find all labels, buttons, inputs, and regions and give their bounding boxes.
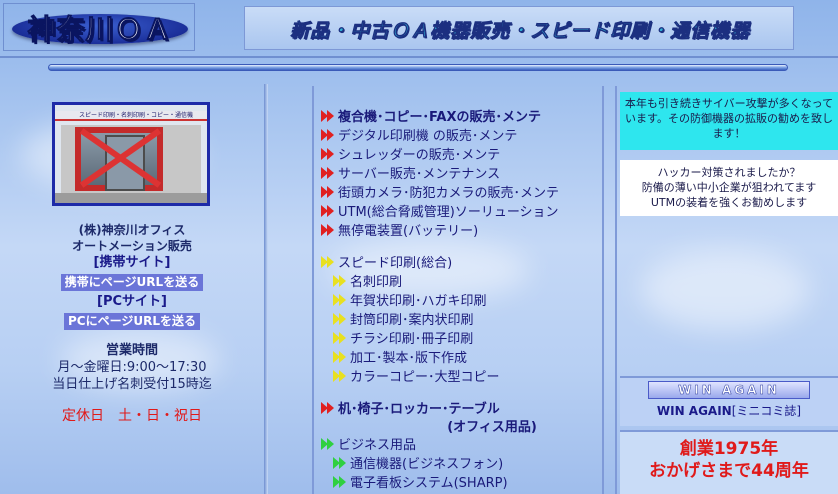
company-info: (株)神奈川オフィス オートメーション販売 [携帯サイト] 携帯にページURLを… xyxy=(0,222,264,425)
service-link-digital-printer[interactable]: デジタル印刷機 の販売･メンテ xyxy=(320,127,604,146)
win-again-logo[interactable]: WIN AGAIN xyxy=(648,381,810,399)
print-link-business-card[interactable]: 名刺印刷 xyxy=(320,273,604,292)
service-link-shredder[interactable]: シュレッダーの販売･メンテ xyxy=(320,146,604,165)
double-arrow-icon xyxy=(320,205,338,217)
storefront-sign: スピード印刷・名刺印刷・コピー・通信機 xyxy=(55,111,207,121)
print-link-postcard[interactable]: 年賀状印刷･ハガキ印刷 xyxy=(320,292,604,311)
furniture-link[interactable]: 机･椅子･ロッカー･テーブル xyxy=(320,400,604,419)
logo-cell[interactable]: 神奈川ＯＡ xyxy=(3,3,195,51)
double-arrow-icon xyxy=(320,438,338,450)
closed-days: 定休日 土・日・祝日 xyxy=(62,408,202,424)
double-arrow-icon xyxy=(332,370,350,382)
hacker-notice-line2: 防備の薄い中小企業が狙われてます xyxy=(641,181,817,194)
business-link-phone[interactable]: 通信機器(ビジネスフォン) xyxy=(320,455,604,474)
double-arrow-icon xyxy=(332,457,350,469)
double-arrow-icon xyxy=(320,110,338,122)
service-link-server[interactable]: サーバー販売･メンテナンス xyxy=(320,165,604,184)
win-again-note: [ミニコミ誌] xyxy=(731,404,802,418)
header-banner: 新品・中古ＯＡ機器販売・スピード印刷・通信機器 xyxy=(244,6,794,50)
services-list: 複合機･コピー･FAXの販売･メンテ デジタル印刷機 の販売･メンテ シュレッダ… xyxy=(320,108,604,493)
double-arrow-icon xyxy=(320,167,338,179)
anniversary-box: 創業1975年 おかげさまで44周年 xyxy=(620,430,838,494)
business-hours-title: 営業時間 xyxy=(105,343,158,358)
founded-year: 創業1975年 xyxy=(679,439,779,459)
business-hours: 月～金曜日:9:00～17:30 xyxy=(57,360,207,375)
company-description: オートメーション販売 xyxy=(72,239,192,253)
send-url-mobile-button[interactable]: 携帯にページURLを送る xyxy=(60,274,204,291)
double-arrow-icon xyxy=(332,476,350,488)
win-again-link[interactable]: WIN AGAIN[ミニコミ誌] xyxy=(620,402,838,419)
service-link-camera[interactable]: 街頭カメラ･防犯カメラの販売･メンテ xyxy=(320,184,604,203)
same-day-card-note: 当日仕上げ名刺受付15時迄 xyxy=(52,377,212,392)
pc-site-heading: [PCサイト] xyxy=(97,294,167,309)
cyber-attack-notice: 本年も引き続きサイバー攻撃が多くなっています。その防御機器の拡販の勧めを致します… xyxy=(620,92,838,150)
double-arrow-icon xyxy=(320,129,338,141)
double-arrow-icon xyxy=(332,351,350,363)
hacker-notice: ハッカー対策されましたか？ 防備の薄い中小企業が狙われてます UTMの装着を強く… xyxy=(620,160,838,216)
double-arrow-icon xyxy=(332,332,350,344)
speed-print-heading-link[interactable]: スピード印刷(総合) xyxy=(320,254,604,273)
hacker-notice-line3: UTMの装着を強くお勧めします xyxy=(650,196,808,209)
company-name: (株)神奈川オフィス xyxy=(78,223,186,237)
double-arrow-icon xyxy=(320,224,338,236)
double-arrow-icon xyxy=(320,186,338,198)
double-arrow-icon xyxy=(320,402,338,414)
print-link-flyer[interactable]: チラシ印刷･冊子印刷 xyxy=(320,330,604,349)
service-link-ups[interactable]: 無停電装置(バッテリー) xyxy=(320,222,604,241)
double-arrow-icon xyxy=(332,313,350,325)
decorative-bar xyxy=(48,64,788,71)
service-link-utm[interactable]: UTM(総合脅威管理)ソーリューション xyxy=(320,203,604,222)
storefront-photo: スピード印刷・名刺印刷・コピー・通信機 xyxy=(52,102,210,206)
furniture-note: (オフィス用品) xyxy=(447,420,537,435)
anniversary-text: おかげさまで44周年 xyxy=(649,461,809,481)
hacker-notice-line1: ハッカー対策されましたか？ xyxy=(657,166,801,179)
service-link-mfp[interactable]: 複合機･コピー･FAXの販売･メンテ xyxy=(320,108,604,127)
site-logo: 神奈川ＯＡ xyxy=(27,13,173,47)
business-supplies-link[interactable]: ビジネス用品 xyxy=(320,436,604,455)
print-link-envelope[interactable]: 封筒印刷･案内状印刷 xyxy=(320,311,604,330)
print-link-binding[interactable]: 加工･製本･版下作成 xyxy=(320,349,604,368)
double-arrow-icon xyxy=(332,294,350,306)
print-link-color-copy[interactable]: カラーコピー･大型コピー xyxy=(320,368,604,387)
column-separator xyxy=(264,84,268,494)
win-again-title: WIN AGAIN xyxy=(656,404,732,418)
mobile-site-heading: [携帯サイト] xyxy=(93,255,171,270)
double-arrow-icon xyxy=(320,148,338,160)
header-divider xyxy=(0,56,838,58)
double-arrow-icon xyxy=(320,256,338,268)
banner-text: 新品・中古ＯＡ機器販売・スピード印刷・通信機器 xyxy=(289,20,750,43)
site-header: 神奈川ＯＡ 新品・中古ＯＡ機器販売・スピード印刷・通信機器 xyxy=(0,0,838,56)
business-link-signage[interactable]: 電子看板システム(SHARP) xyxy=(320,474,604,493)
double-arrow-icon xyxy=(332,275,350,287)
send-url-pc-button[interactable]: PCにページURLを送る xyxy=(64,313,200,330)
speed-print-note: (総合) xyxy=(416,256,453,271)
